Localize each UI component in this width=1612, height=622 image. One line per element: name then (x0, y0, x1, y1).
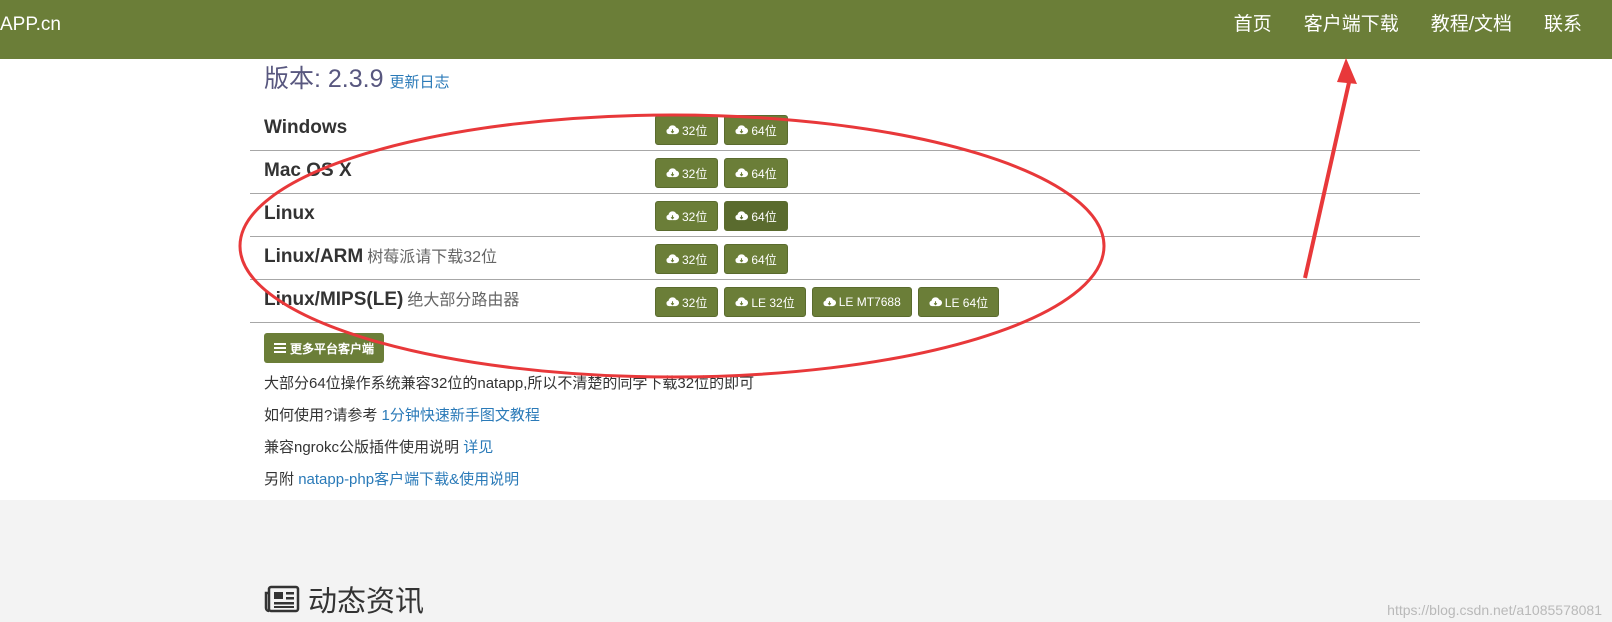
download-macos-32-button[interactable]: 32位 (655, 158, 719, 188)
cloud-download-icon (666, 254, 679, 264)
info-tutorial: 如何使用?请参考 1分钟快速新手图文教程 (264, 407, 540, 424)
cloud-download-icon (666, 297, 679, 307)
download-mips-le64-button[interactable]: LE 64位 (917, 287, 1000, 317)
nav-links: 首页 客户端下载 教程/文档 联系 (1218, 12, 1598, 38)
info-compat-note: 大部分64位操作系统兼容32位的natapp,所以不清楚的同学下载32位的即可 (264, 375, 755, 392)
platform-name: Linux/ARM 树莓派请下载32位 (264, 246, 498, 267)
annotation-arrowhead-icon (1337, 58, 1357, 84)
download-arm-64-button[interactable]: 64位 (724, 244, 788, 274)
download-linux-64-button[interactable]: 64位 (724, 201, 788, 231)
platform-row-linux: Linux 32位 64位 (250, 194, 1420, 237)
cloud-download-icon (666, 211, 679, 221)
download-buttons: 32位 LE 32位 LE MT7688 LE 64位 (655, 287, 1000, 317)
platform-name: Linux/MIPS(LE) 绝大部分路由器 (264, 289, 520, 310)
platform-name: Linux (264, 203, 315, 224)
cloud-download-icon (735, 297, 749, 307)
cloud-download-icon (666, 168, 679, 178)
top-navbar: APP.cn 首页 客户端下载 教程/文档 联系 (0, 0, 1612, 59)
changelog-link[interactable]: 更新日志 (390, 74, 450, 91)
download-buttons: 32位 64位 (655, 244, 788, 274)
download-buttons: 32位 64位 (655, 201, 788, 231)
cloud-download-icon (735, 168, 749, 178)
nav-home[interactable]: 首页 (1218, 12, 1288, 38)
platform-name: Windows (264, 117, 348, 138)
platform-row-linux-arm: Linux/ARM 树莓派请下载32位 32位 64位 (250, 237, 1420, 280)
download-buttons: 32位 64位 (655, 158, 788, 188)
cloud-download-icon (823, 297, 836, 307)
platform-row-windows: Windows 32位 64位 (250, 108, 1420, 151)
platform-row-macos: Mac OS X 32位 64位 (250, 151, 1420, 194)
list-icon (274, 343, 286, 353)
cloud-download-icon (735, 125, 749, 135)
newspaper-icon (264, 585, 300, 613)
tutorial-link[interactable]: 1分钟快速新手图文教程 (382, 407, 540, 424)
download-buttons: 32位 64位 (655, 115, 788, 145)
info-php: 另附 natapp-php客户端下载&使用说明 (264, 471, 520, 488)
download-mips-32-button[interactable]: 32位 (655, 287, 719, 317)
php-client-link[interactable]: natapp-php客户端下载&使用说明 (298, 471, 519, 488)
info-ngrokc: 兼容ngrokc公版插件使用说明 详见 (264, 439, 494, 456)
download-mips-le32-button[interactable]: LE 32位 (724, 287, 806, 317)
platform-name: Mac OS X (264, 160, 352, 181)
platform-row-linux-mips: Linux/MIPS(LE) 绝大部分路由器 32位 LE 32位 LE MT76… (250, 280, 1420, 323)
version-label: 版本: 2.3.9 (264, 65, 384, 93)
cloud-download-icon (929, 297, 942, 307)
ngrokc-detail-link[interactable]: 详见 (463, 439, 493, 456)
download-windows-64-button[interactable]: 64位 (724, 115, 788, 145)
cloud-download-icon (735, 254, 749, 264)
nav-docs[interactable]: 教程/文档 (1415, 12, 1528, 38)
nav-client-download[interactable]: 客户端下载 (1288, 12, 1415, 38)
cloud-download-icon (735, 211, 749, 221)
watermark: https://blog.csdn.net/a1085578081 (1387, 602, 1602, 618)
version-heading: 版本: 2.3.9 更新日志 (264, 63, 450, 99)
news-section: 动态资讯 (0, 500, 1612, 622)
download-windows-32-button[interactable]: 32位 (655, 115, 719, 145)
more-platforms-button[interactable]: 更多平台客户端 (264, 333, 385, 363)
platform-note: 树莓派请下载32位 (367, 249, 498, 266)
platform-note: 绝大部分路由器 (407, 292, 520, 309)
news-heading: 动态资讯 (264, 578, 424, 620)
download-mips-mt7688-button[interactable]: LE MT7688 (811, 287, 912, 317)
download-table: Windows 32位 64位 Mac OS X 32位 64位 Linux 3… (250, 108, 1420, 323)
nav-contact[interactable]: 联系 (1528, 12, 1598, 38)
download-linux-32-button[interactable]: 32位 (655, 201, 719, 231)
download-arm-32-button[interactable]: 32位 (655, 244, 719, 274)
download-macos-64-button[interactable]: 64位 (724, 158, 788, 188)
cloud-download-icon (666, 125, 679, 135)
brand-logo[interactable]: APP.cn (0, 12, 61, 38)
